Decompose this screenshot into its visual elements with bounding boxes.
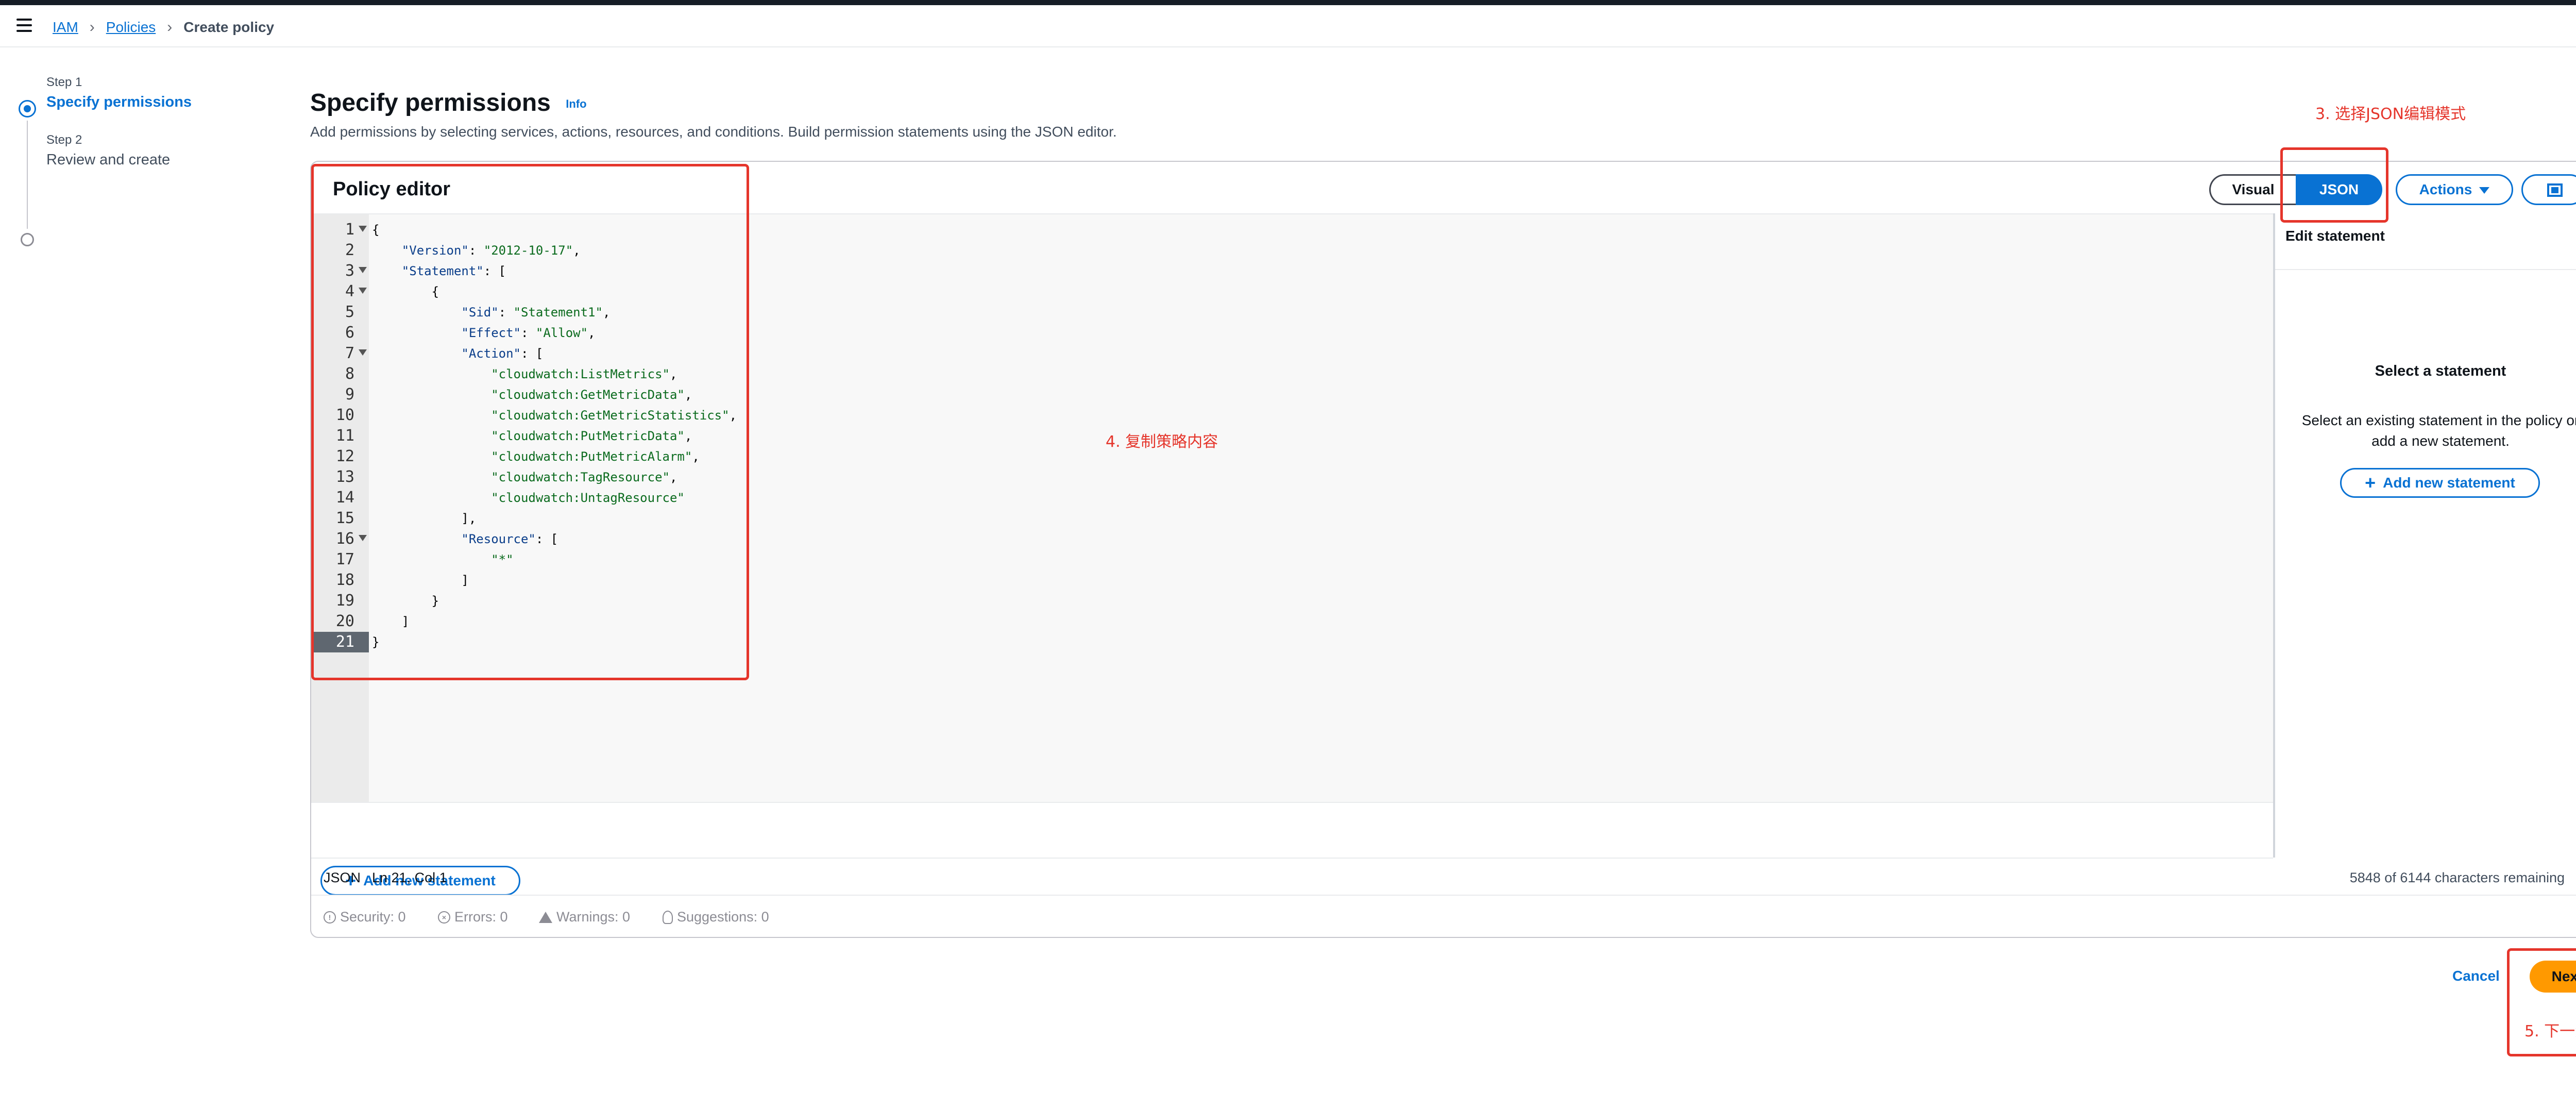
- actions-dropdown-button[interactable]: Actions: [2396, 174, 2513, 205]
- chevron-right-icon: ›: [167, 19, 173, 36]
- cursor-position: Ln 21, Col 1: [372, 870, 447, 885]
- breadcrumb: IAM › Policies › Create policy: [53, 19, 274, 36]
- plus-icon: +: [2365, 472, 2376, 493]
- annotation-box-json: [2280, 147, 2388, 223]
- divider: [2275, 269, 2576, 270]
- lightbulb-icon: [663, 910, 673, 924]
- cancel-button[interactable]: Cancel: [2452, 968, 2500, 984]
- step-title: Specify permissions: [46, 94, 192, 110]
- page-description: Add permissions by selecting services, a…: [310, 124, 1117, 140]
- edit-statement-panel: Edit statement Select a statement Select…: [2273, 213, 2576, 858]
- lint-suggestions-label: Suggestions: 0: [677, 909, 769, 925]
- editor-language: JSON: [324, 870, 361, 885]
- lint-warnings[interactable]: Warnings: 0: [539, 909, 630, 925]
- step-active-icon: [19, 100, 36, 117]
- lint-summary: ! Security: 0 × Errors: 0 Warnings: 0 Sugg…: [311, 895, 2576, 939]
- error-icon: ×: [438, 911, 450, 924]
- side-add-new-statement-button[interactable]: + Add new statement: [2340, 468, 2540, 498]
- breadcrumb-policies[interactable]: Policies: [106, 19, 156, 36]
- wizard-step-1[interactable]: Step 1 Specify permissions: [46, 75, 252, 111]
- step-label: Step 1: [46, 75, 82, 89]
- step-connector: [27, 121, 28, 229]
- annotation-json-mode: 3. 选择JSON编辑模式: [2315, 105, 2466, 123]
- lint-errors-label: Errors: 0: [454, 909, 508, 925]
- page-title: Specify permissions Info: [310, 89, 587, 117]
- add-statement-label: Add new statement: [2383, 475, 2515, 491]
- breadcrumb-iam[interactable]: IAM: [53, 19, 78, 36]
- characters-remaining: 5848 of 6144 characters remaining: [2349, 870, 2565, 885]
- annotation-next-step: 5. 下一步: [2524, 1022, 2576, 1040]
- lint-security[interactable]: ! Security: 0: [324, 909, 406, 925]
- breadcrumb-bar: IAM › Policies › Create policy i: [0, 5, 2576, 47]
- lint-suggestions[interactable]: Suggestions: 0: [663, 909, 769, 925]
- step-title: Review and create: [46, 152, 171, 168]
- chevron-right-icon: ›: [89, 19, 95, 36]
- step-inactive-icon: [21, 233, 34, 246]
- actions-label: Actions: [2419, 181, 2472, 197]
- lint-security-label: Security: 0: [340, 909, 406, 925]
- top-navigation-bar: [0, 0, 2576, 5]
- editor-status-bar: JSON Ln 21, Col 1: [311, 858, 2273, 896]
- page-title-text: Specify permissions: [310, 89, 551, 116]
- breadcrumb-current: Create policy: [183, 19, 275, 35]
- select-statement-title: Select a statement: [2375, 363, 2506, 379]
- caret-down-icon: [2479, 187, 2490, 194]
- warning-icon: [539, 911, 552, 923]
- select-statement-description: Select an existing statement in the poli…: [2301, 412, 2576, 449]
- annotation-box-policy: [311, 164, 749, 680]
- toggle-side-panel-button[interactable]: [2521, 174, 2576, 205]
- step-label: Step 2: [46, 133, 82, 147]
- lint-warnings-label: Warnings: 0: [556, 909, 631, 925]
- shield-icon: !: [324, 911, 336, 924]
- info-link[interactable]: Info: [566, 97, 586, 110]
- menu-icon[interactable]: [16, 19, 32, 32]
- edit-statement-heading: Edit statement: [2285, 228, 2385, 244]
- lint-errors[interactable]: × Errors: 0: [438, 909, 508, 925]
- split-panel-icon: [2547, 183, 2563, 197]
- wizard-step-2: Step 2 Review and create: [46, 133, 252, 169]
- annotation-copy-policy: 4. 复制策略内容: [1106, 433, 1218, 451]
